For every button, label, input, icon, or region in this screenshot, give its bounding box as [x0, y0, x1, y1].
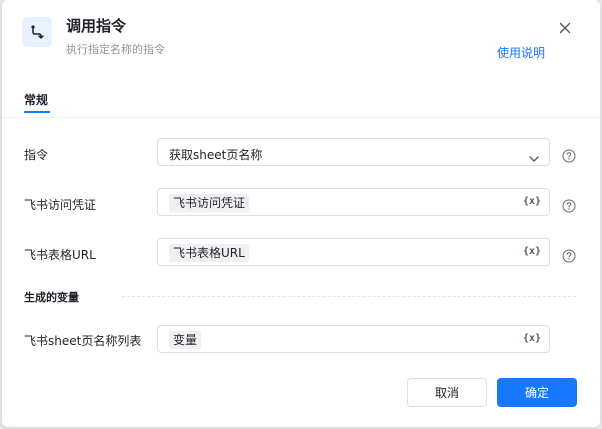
credential-label: 飞书访问凭证 [24, 198, 97, 212]
confirm-button[interactable]: 确定 [497, 378, 577, 407]
invoke-command-dialog: 调用指令 执行指定名称的指令 使用说明 常规 指令 获取sheet页名称 飞书访… [2, 0, 600, 427]
dialog-title: 调用指令 [66, 17, 127, 35]
sheet-names-label: 飞书sheet页名称列表 [24, 334, 142, 348]
variable-icon[interactable]: {x} [523, 333, 541, 344]
question-icon[interactable] [562, 148, 576, 163]
sheet-url-variable-chip: 飞书表格URL [169, 244, 249, 262]
dialog-subtitle: 执行指定名称的指令 [66, 43, 165, 56]
command-route-icon [22, 17, 52, 47]
section-divider [122, 296, 576, 297]
question-icon[interactable] [562, 248, 576, 263]
usage-help-link[interactable]: 使用说明 [497, 44, 545, 61]
variable-icon[interactable]: {x} [523, 246, 541, 257]
command-select-value: 获取sheet页名称 [169, 148, 263, 162]
sheet-url-label: 飞书表格URL [24, 248, 96, 262]
cancel-button[interactable]: 取消 [407, 378, 487, 407]
close-icon[interactable] [556, 19, 574, 37]
credential-variable-chip: 飞书访问凭证 [169, 194, 250, 212]
command-select[interactable]: 获取sheet页名称 [157, 138, 550, 166]
output-variable-chip: 变量 [169, 331, 202, 349]
sheet-names-output-input[interactable]: 变量 {x} [157, 325, 550, 353]
variable-icon[interactable]: {x} [523, 196, 541, 207]
sheet-url-input[interactable]: 飞书表格URL {x} [157, 238, 550, 266]
command-label: 指令 [24, 148, 49, 162]
credential-input[interactable]: 飞书访问凭证 {x} [157, 188, 550, 216]
tabs-divider [2, 117, 600, 118]
generated-variables-heading: 生成的变量 [24, 291, 79, 304]
tab-general[interactable]: 常规 [24, 91, 48, 108]
chevron-down-icon [529, 148, 539, 167]
active-tab-indicator [24, 111, 50, 113]
question-icon[interactable] [562, 198, 576, 213]
